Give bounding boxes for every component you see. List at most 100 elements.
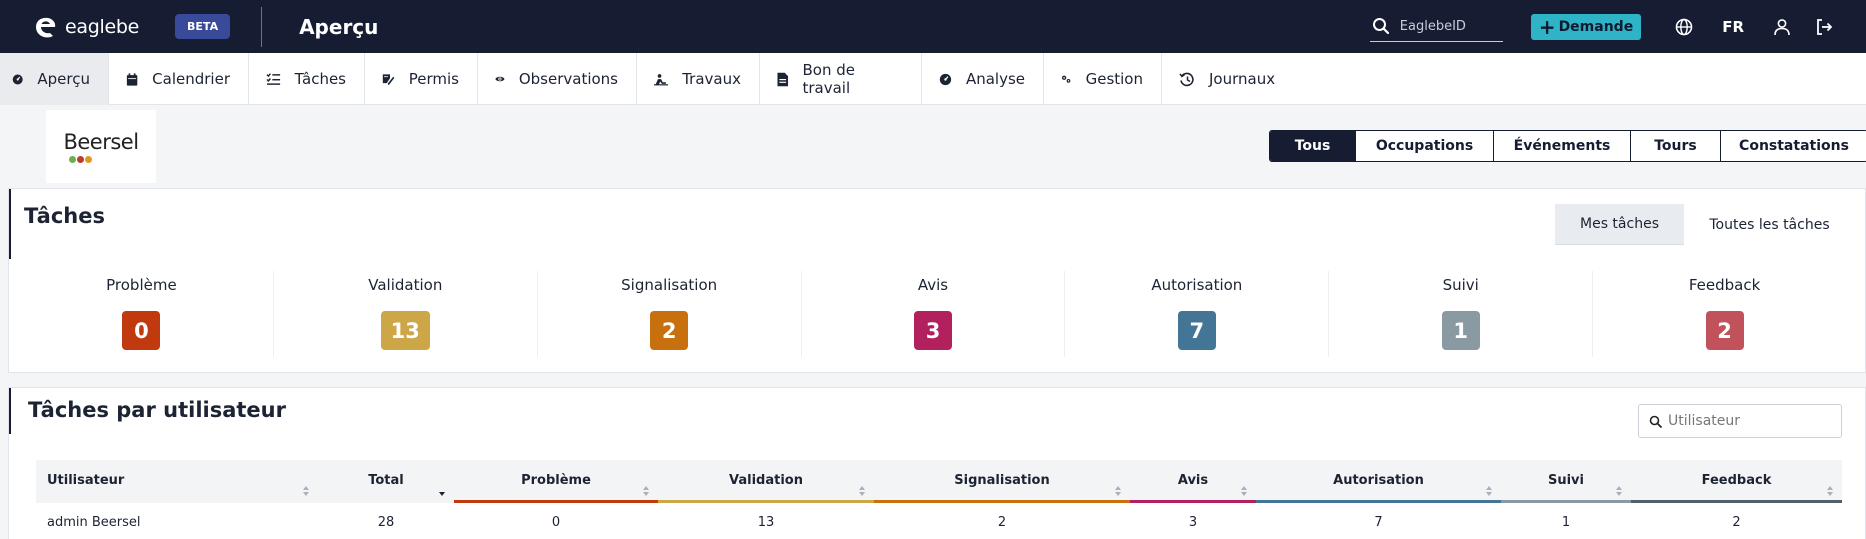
column-header-feedback[interactable]: Feedback <box>1631 460 1842 503</box>
filter-tours[interactable]: Tours <box>1631 131 1721 161</box>
nav-item-travaux[interactable]: Travaux <box>637 53 760 105</box>
tasks-panel-title: Tâches <box>24 204 105 228</box>
logo-dot <box>85 156 92 163</box>
language-selector[interactable]: FR <box>1722 18 1744 36</box>
sort-icon <box>1616 486 1622 496</box>
logo-dot <box>69 156 76 163</box>
stat-count-badge: 1 <box>1441 311 1480 350</box>
permit-icon <box>382 73 395 85</box>
plus-icon: + <box>1538 14 1556 39</box>
search-placeholder: EaglebeID <box>1399 18 1466 34</box>
globe-button[interactable] <box>1668 11 1700 43</box>
nav-item-taches[interactable]: Tâches <box>249 53 365 105</box>
cell-user: admin Beersel <box>47 515 141 530</box>
stat-count-badge: 0 <box>122 311 161 350</box>
logout-button[interactable] <box>1808 11 1840 43</box>
user-search-field[interactable] <box>1638 404 1842 438</box>
stat-feedback[interactable]: Feedback 2 <box>1593 271 1856 357</box>
stat-validation[interactable]: Validation 13 <box>274 271 538 357</box>
nav-item-permis[interactable]: Permis <box>365 53 478 105</box>
stat-label: Autorisation <box>1151 276 1243 294</box>
filter-tous[interactable]: Tous <box>1270 131 1356 161</box>
nav-item-label: Analyse <box>965 70 1025 88</box>
analysis-icon <box>939 73 952 85</box>
task-stats: Problème 0 Validation 13 Signalisation 2… <box>10 271 1856 357</box>
nav-item-bon-de-travail[interactable]: Bon de travail <box>760 53 922 105</box>
column-label: Signalisation <box>954 473 1050 488</box>
stat-count-badge: 7 <box>1177 311 1216 350</box>
nav-item-calendrier[interactable]: Calendrier <box>109 53 249 105</box>
stat-count-badge: 2 <box>1705 311 1744 350</box>
app-name: eaglebe <box>65 15 140 38</box>
table-header: Utilisateur Total Problème Validation Si… <box>36 460 1842 503</box>
table-row[interactable]: admin Beersel 28 0 13 2 3 7 1 2 <box>36 503 1842 539</box>
nav-item-journaux[interactable]: Journaux <box>1162 53 1293 105</box>
nav-item-analyse[interactable]: Analyse <box>922 53 1044 105</box>
column-color-bar <box>1631 500 1842 503</box>
eaglebe-logo-icon <box>36 17 56 37</box>
panel-accent <box>9 388 11 434</box>
eye-icon <box>495 76 505 82</box>
app-logo[interactable]: eaglebe <box>33 15 139 39</box>
column-header-signalisation[interactable]: Signalisation <box>874 460 1130 503</box>
column-header-avis[interactable]: Avis <box>1130 460 1256 503</box>
new-request-label: Demande <box>1558 18 1634 35</box>
title-divider <box>261 6 263 47</box>
logo-dot <box>77 156 84 163</box>
column-label: Problème <box>521 473 591 488</box>
column-header-probleme[interactable]: Problème <box>454 460 658 503</box>
nav-item-apercu[interactable]: Aperçu <box>0 53 109 105</box>
nav-item-observations[interactable]: Observations <box>478 53 637 105</box>
stat-autorisation[interactable]: Autorisation 7 <box>1065 271 1330 357</box>
gears-icon <box>1061 75 1071 83</box>
column-header-autorisation[interactable]: Autorisation <box>1256 460 1501 503</box>
column-label: Autorisation <box>1333 473 1424 488</box>
column-color-bar <box>1256 500 1501 503</box>
sort-desc-icon <box>439 492 445 496</box>
column-header-validation[interactable]: Validation <box>658 460 874 503</box>
column-color-bar <box>1501 500 1631 503</box>
filter-occupations[interactable]: Occupations <box>1356 131 1494 161</box>
filter-evenements[interactable]: Événements <box>1494 131 1631 161</box>
column-label: Validation <box>729 473 803 488</box>
column-header-suivi[interactable]: Suivi <box>1501 460 1631 503</box>
filter-constatations[interactable]: Constatations <box>1721 131 1866 161</box>
calendar-icon <box>126 72 138 86</box>
new-request-button[interactable]: + Demande <box>1530 13 1642 40</box>
column-header-total[interactable]: Total <box>318 460 454 503</box>
column-color-bar <box>874 500 1130 503</box>
column-color-bar <box>658 500 874 503</box>
municipality-name: Beersel <box>63 130 139 154</box>
nav-item-label: Observations <box>518 70 618 88</box>
nav-item-label: Tâches <box>294 70 346 88</box>
column-header-utilisateur[interactable]: Utilisateur <box>36 460 318 503</box>
stat-count-badge: 13 <box>380 311 430 350</box>
dashboard-icon <box>12 74 23 84</box>
globe-icon <box>1675 18 1693 35</box>
nav-item-label: Journaux <box>1209 70 1276 88</box>
checklist-icon <box>266 73 281 85</box>
main-nav: Aperçu Calendrier Tâches Permis Observat… <box>0 53 1866 105</box>
cell-validation: 13 <box>757 515 775 530</box>
document-icon <box>777 72 789 86</box>
stat-suivi[interactable]: Suivi 1 <box>1329 271 1594 357</box>
page-title: Aperçu <box>299 14 379 39</box>
tab-toutes-les-taches[interactable]: Toutes les tâches <box>1684 204 1855 245</box>
stat-signalisation[interactable]: Signalisation 2 <box>538 271 802 357</box>
panel-accent <box>9 189 11 259</box>
sort-icon <box>1827 486 1833 496</box>
user-search-input[interactable] <box>1668 413 1828 429</box>
nav-item-label: Calendrier <box>152 70 230 88</box>
nav-item-label: Aperçu <box>37 70 90 88</box>
tab-mes-taches[interactable]: Mes tâches <box>1555 204 1684 245</box>
cell-avis: 3 <box>1188 515 1198 530</box>
sort-icon <box>1486 486 1492 496</box>
stat-probleme[interactable]: Problème 0 <box>10 271 274 357</box>
user-profile-button[interactable] <box>1766 11 1798 43</box>
top-bar: eaglebe BETA Aperçu EaglebeID + Demande … <box>0 0 1866 53</box>
nav-item-gestion[interactable]: Gestion <box>1044 53 1162 105</box>
stat-avis[interactable]: Avis 3 <box>802 271 1066 357</box>
user-tasks-panel-title: Tâches par utilisateur <box>28 398 286 422</box>
beta-badge: BETA <box>175 14 231 39</box>
eaglebe-id-search[interactable]: EaglebeID <box>1369 12 1503 42</box>
